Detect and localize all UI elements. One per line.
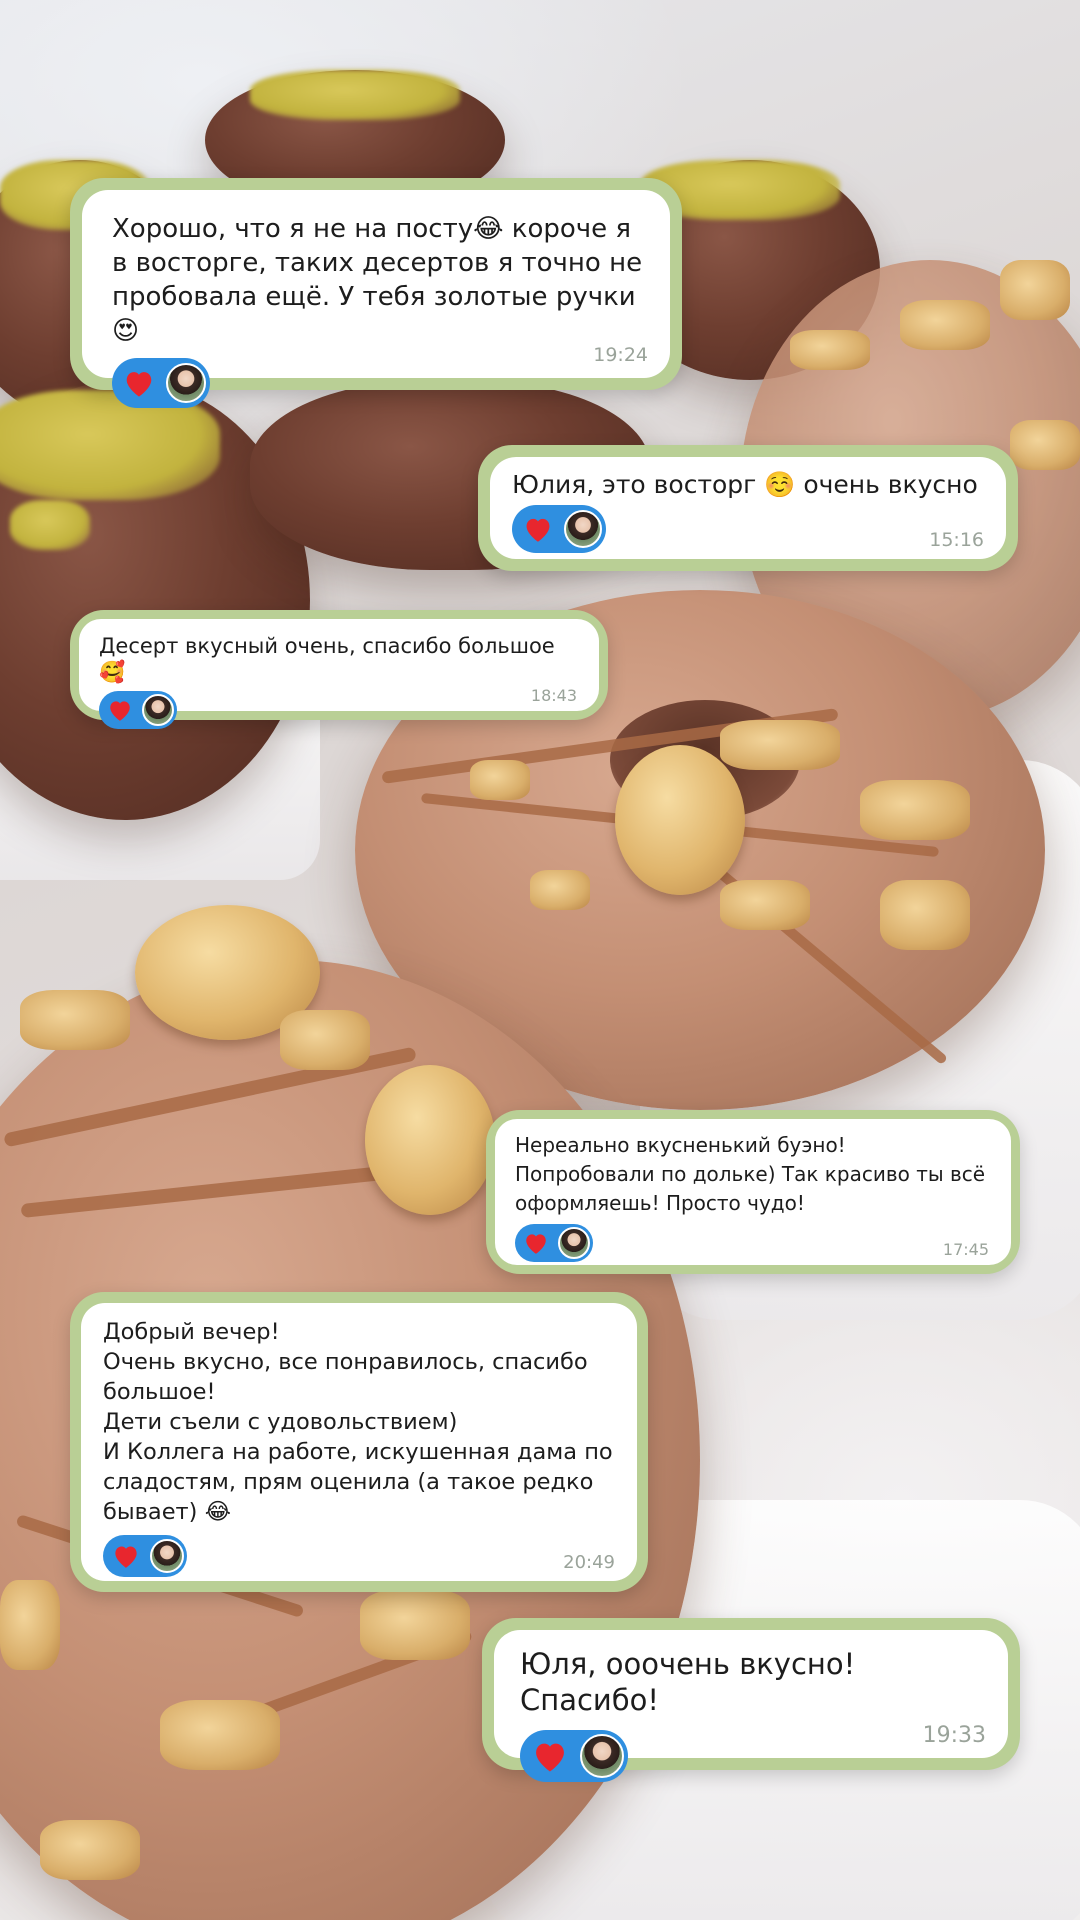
reaction-pill[interactable] [103,1535,187,1577]
message-time: 15:16 [929,529,984,551]
message-bubble: Добрый вечер! Очень вкусно, все понравил… [70,1292,648,1592]
waffle-crumb [1000,260,1070,320]
heart-icon [524,1734,576,1778]
hazelnut [365,1065,495,1215]
message-text: Десерт вкусный очень, спасибо большое 🥰 [99,634,555,684]
waffle-crumb [530,870,590,910]
waffle-crumb [1010,420,1080,470]
avatar [558,1227,590,1259]
waffle-crumb [160,1700,280,1770]
message-text: Добрый вечер! Очень вкусно, все понравил… [103,1319,613,1525]
waffle-crumb [720,720,840,770]
message-text: Юлия, это восторг ☺️ очень вкусно [512,470,978,499]
message-time: 19:24 [593,344,648,366]
hazelnut [615,745,745,895]
heart-icon [106,1538,146,1574]
pistachio-topping [250,70,460,120]
waffle-crumb [280,1010,370,1070]
message-time: 20:49 [563,1552,615,1573]
avatar [150,1539,184,1573]
waffle-crumb [900,300,990,350]
message-bubble: Десерт вкусный очень, спасибо большое 🥰 … [70,610,608,729]
heart-icon [102,694,138,726]
heart-icon [518,1227,554,1259]
message-text: Хорошо, что я не на посту😂 короче я в во… [112,214,643,346]
waffle-crumb [40,1820,140,1880]
waffle-crumb [790,330,870,370]
avatar [564,510,602,548]
message-time: 19:33 [922,1723,986,1748]
reaction-pill[interactable] [515,1224,593,1262]
heart-icon [116,362,162,404]
avatar [580,1734,624,1778]
message-bubble: Юля, ооочень вкусно! Спасибо! 19:33 [482,1618,1020,1782]
waffle-crumb [720,880,810,930]
waffle-crumb [880,880,970,950]
avatar [166,363,206,403]
waffle-crumb [0,1580,60,1670]
message-text: Нереально вкусненький буэно! Попробовали… [515,1133,986,1215]
waffle-crumb [470,760,530,800]
message-bubble: Юлия, это восторг ☺️ очень вкусно 15:16 [478,445,1018,571]
reaction-pill[interactable] [512,505,606,553]
message-time: 18:43 [530,686,577,705]
reaction-pill[interactable] [520,1730,628,1782]
message-bubble: Нереально вкусненький буэно! Попробовали… [486,1110,1020,1274]
heart-icon [516,509,560,549]
message-time: 17:45 [942,1240,989,1259]
waffle-crumb [360,1590,470,1660]
reaction-pill[interactable] [99,691,177,729]
waffle-crumb [860,780,970,840]
avatar [142,694,174,726]
pistachio-topping [10,500,90,550]
reaction-pill[interactable] [112,358,210,408]
message-text: Юля, ооочень вкусно! Спасибо! [520,1647,856,1717]
waffle-crumb [20,990,130,1050]
message-bubble: Хорошо, что я не на посту😂 короче я в во… [70,178,682,408]
